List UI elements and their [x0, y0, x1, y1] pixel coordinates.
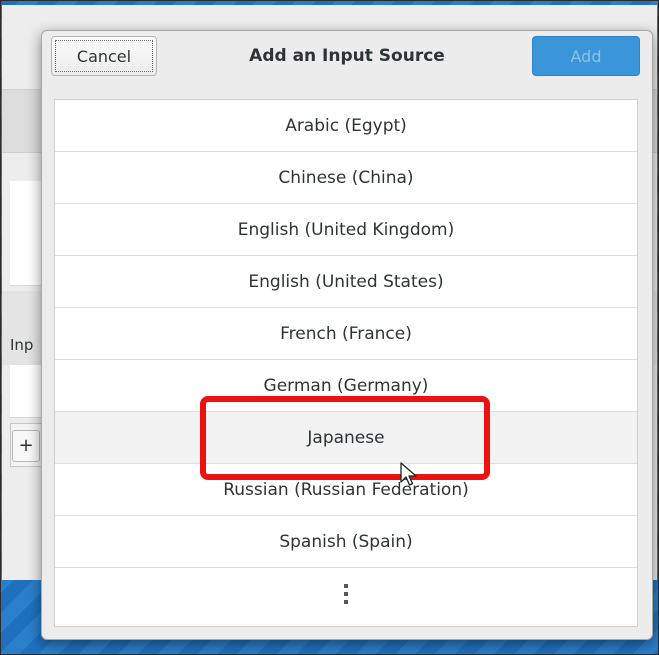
list-item-russian[interactable]: Russian (Russian Federation) — [55, 464, 637, 516]
dialog-header: Cancel Add an Input Source Add — [42, 31, 652, 87]
show-more-row[interactable] — [55, 568, 637, 620]
input-sources-section-label: Inp — [10, 336, 34, 354]
list-item-arabic-egypt[interactable]: Arabic (Egypt) — [55, 100, 637, 152]
input-source-list: Arabic (Egypt) Chinese (China) English (… — [54, 99, 638, 627]
add-input-source-button[interactable]: + — [12, 430, 40, 462]
add-button[interactable]: Add — [532, 36, 640, 76]
list-item-english-us[interactable]: English (United States) — [55, 256, 637, 308]
list-item-french-france[interactable]: French (France) — [55, 308, 637, 360]
list-item-english-uk[interactable]: English (United Kingdom) — [55, 204, 637, 256]
list-item-spanish-spain[interactable]: Spanish (Spain) — [55, 516, 637, 568]
vertical-ellipsis-icon — [344, 584, 348, 604]
list-item-japanese[interactable]: Japanese — [55, 412, 637, 464]
add-input-source-dialog: Cancel Add an Input Source Add Arabic (E… — [41, 30, 653, 640]
list-item-chinese-china[interactable]: Chinese (China) — [55, 152, 637, 204]
list-item-german-germany[interactable]: German (Germany) — [55, 360, 637, 412]
